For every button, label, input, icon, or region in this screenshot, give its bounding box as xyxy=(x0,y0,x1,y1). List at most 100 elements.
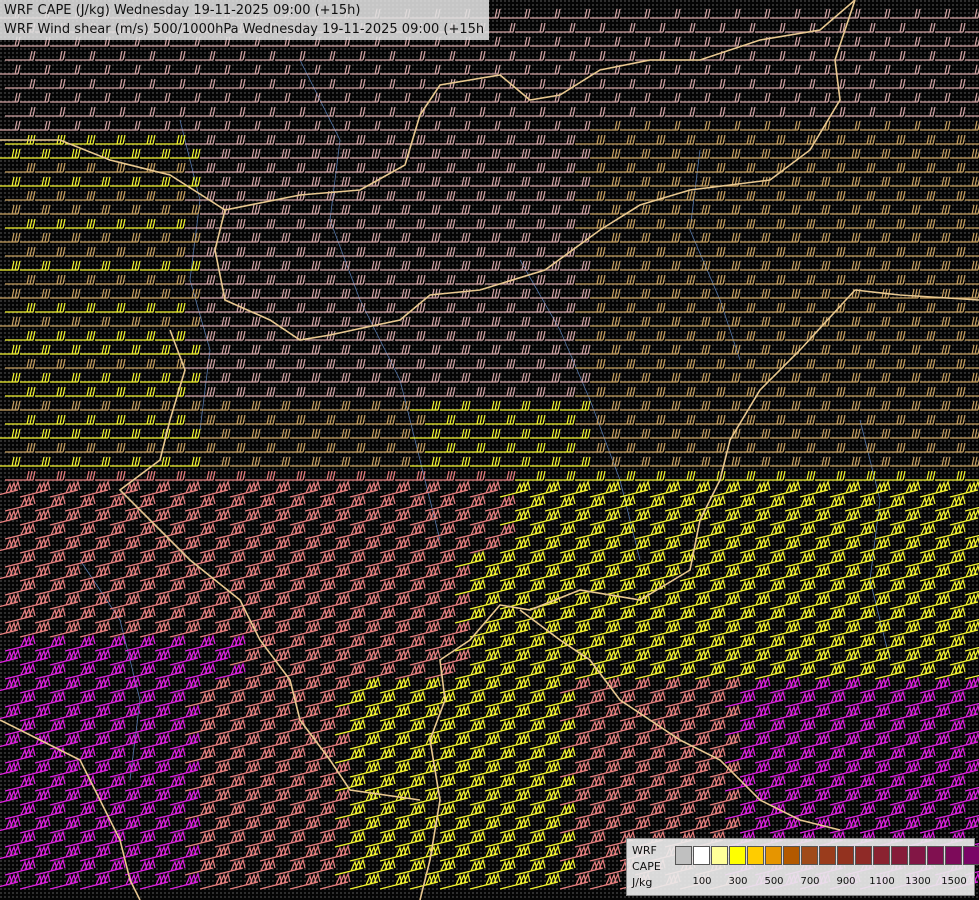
wind-barb xyxy=(0,260,21,271)
wind-barb xyxy=(155,50,186,61)
wind-barb xyxy=(530,372,561,383)
wind-barb xyxy=(799,676,831,694)
wind-barb xyxy=(19,592,51,610)
wind-barb xyxy=(575,134,606,145)
wind-barb xyxy=(0,344,21,355)
wind-barb xyxy=(905,22,936,33)
wind-barb xyxy=(560,204,591,215)
wind-barb xyxy=(124,774,156,792)
wind-barb xyxy=(109,592,141,610)
wind-barb xyxy=(649,536,681,554)
wind-barb xyxy=(485,330,516,341)
wind-barb xyxy=(545,302,576,313)
wind-barb xyxy=(965,31,979,33)
wind-barb xyxy=(905,162,936,173)
wind-barb xyxy=(710,92,741,103)
wind-barb xyxy=(455,50,486,61)
wind-barb xyxy=(740,260,771,271)
wind-barb xyxy=(949,816,979,834)
wind-barb xyxy=(575,470,606,481)
cape-legend: WRF CAPE J/kg 100 300 500 700 900 1100 1300 150… xyxy=(626,838,979,896)
wind-barb xyxy=(289,676,321,694)
wind-barb xyxy=(920,176,951,187)
wind-barb xyxy=(604,522,636,540)
wind-barb xyxy=(965,283,979,285)
wind-barb xyxy=(394,690,426,708)
wind-barb xyxy=(875,330,906,341)
wind-barb xyxy=(274,858,306,876)
wind-barb xyxy=(605,386,636,397)
wind-barb xyxy=(859,816,891,834)
wind-barb xyxy=(965,311,979,313)
wind-barb xyxy=(290,176,321,187)
wind-barb xyxy=(725,190,756,201)
wind-barb xyxy=(230,92,261,103)
wind-barb xyxy=(19,676,51,694)
wind-barb xyxy=(424,578,456,596)
wind-barb xyxy=(79,844,111,862)
wind-barb xyxy=(50,148,81,159)
wind-barb xyxy=(515,470,546,481)
wind-barb xyxy=(814,578,846,596)
wind-barb xyxy=(800,8,831,19)
wind-barb xyxy=(634,802,666,820)
wind-barb xyxy=(125,190,156,201)
wind-barb xyxy=(110,400,141,411)
wind-barb xyxy=(665,386,696,397)
wind-barb xyxy=(620,92,651,103)
wind-barb xyxy=(425,386,456,397)
wind-barb xyxy=(545,190,576,201)
wind-barb xyxy=(800,344,831,355)
wind-barb xyxy=(665,246,696,257)
wind-barb xyxy=(440,120,471,131)
wind-barb xyxy=(530,232,561,243)
wind-barb xyxy=(5,78,36,89)
wind-barb xyxy=(530,288,561,299)
wind-barb xyxy=(440,64,471,75)
wind-barb xyxy=(784,494,816,512)
wind-barb xyxy=(860,92,891,103)
wind-barb xyxy=(664,662,696,680)
wind-barb xyxy=(545,414,576,425)
wind-barb xyxy=(335,106,366,117)
wind-barb xyxy=(139,760,171,778)
wind-barb xyxy=(950,120,979,131)
wind-barb xyxy=(440,260,471,271)
wind-barb xyxy=(110,288,141,299)
wind-barb xyxy=(64,858,96,876)
wind-barb xyxy=(709,732,741,750)
wind-barb xyxy=(680,148,711,159)
wind-barb xyxy=(620,372,651,383)
wind-barb xyxy=(904,802,936,820)
wind-barb xyxy=(199,508,231,526)
wind-barb xyxy=(785,442,816,453)
wind-barb xyxy=(380,92,411,103)
wind-barb xyxy=(559,676,591,694)
wind-barb xyxy=(64,550,96,568)
wind-barb xyxy=(784,662,816,680)
legend-tick-label: 1500 xyxy=(941,876,967,887)
wind-barb xyxy=(695,330,726,341)
wind-barb xyxy=(964,590,979,596)
wind-barb xyxy=(19,648,51,666)
wind-barb xyxy=(500,148,531,159)
wind-barb xyxy=(905,414,936,425)
wind-barb xyxy=(125,246,156,257)
wind-barb xyxy=(409,620,441,638)
wind-barb xyxy=(800,288,831,299)
wind-barb xyxy=(949,788,979,806)
wind-barb xyxy=(785,106,816,117)
wind-barb xyxy=(544,606,576,624)
wind-barb xyxy=(889,816,921,834)
wind-barb xyxy=(394,774,426,792)
wind-barb xyxy=(904,634,936,652)
wind-barb xyxy=(0,816,21,832)
wind-barb xyxy=(950,64,979,75)
wind-barb xyxy=(514,690,546,708)
wind-barb xyxy=(395,470,426,481)
wind-barb xyxy=(739,816,771,834)
wind-barb xyxy=(0,620,21,636)
wind-barb xyxy=(454,634,486,652)
wind-barb xyxy=(604,578,636,596)
wind-barb xyxy=(274,746,306,764)
